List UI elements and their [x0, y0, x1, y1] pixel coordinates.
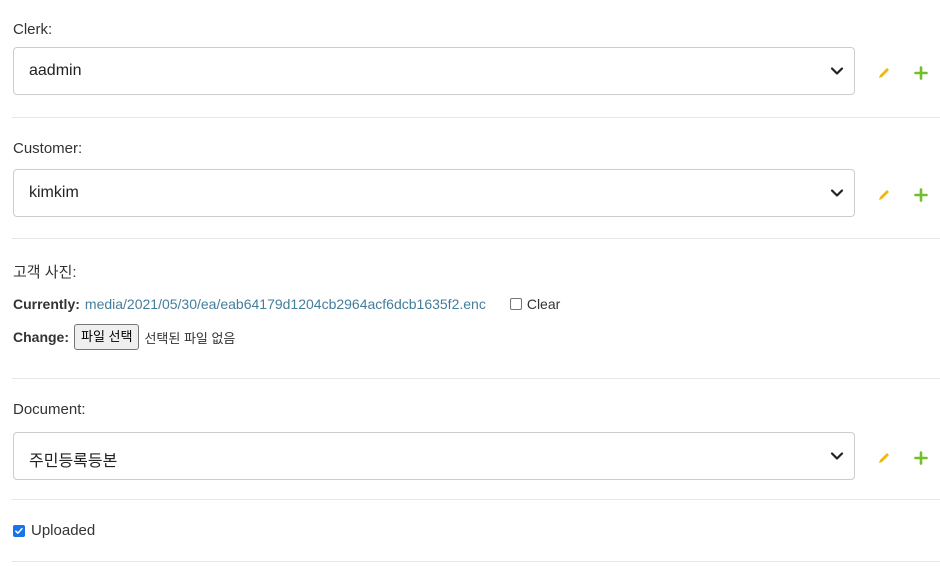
pencil-icon[interactable]	[877, 188, 891, 202]
currently-label: Currently:	[13, 296, 80, 312]
document-select[interactable]: 주민등록등본	[13, 432, 855, 480]
no-file-text: 선택된 파일 없음	[144, 330, 236, 346]
plus-icon[interactable]	[914, 66, 928, 80]
clerk-select-value: aadmin	[29, 62, 82, 79]
clerk-select[interactable]: aadmin	[13, 47, 855, 95]
chevron-down-icon	[830, 189, 844, 197]
document-label: Document:	[13, 401, 86, 418]
uploaded-checkbox[interactable]	[13, 524, 25, 537]
change-form: Clerk: aadmin Customer: kimkim 고객 사진: Cu…	[0, 0, 940, 566]
checkmark-icon	[15, 527, 23, 534]
pencil-icon[interactable]	[877, 66, 891, 80]
change-label: Change:	[13, 329, 69, 345]
clear-checkbox[interactable]	[509, 298, 522, 310]
current-file-link[interactable]: media/2021/05/30/ea/eab64179d1204cb2964a…	[85, 296, 486, 312]
customer-select[interactable]: kimkim	[13, 169, 855, 217]
divider	[12, 238, 940, 239]
customer-label: Customer:	[13, 140, 83, 157]
pencil-icon[interactable]	[877, 451, 891, 465]
divider	[12, 561, 940, 562]
change-file-row: Change: 파일 선택 선택된 파일 없음	[13, 324, 235, 350]
choose-file-button[interactable]: 파일 선택	[74, 324, 140, 350]
uploaded-row: Uploaded	[13, 522, 95, 539]
divider	[12, 117, 940, 118]
plus-icon[interactable]	[914, 451, 928, 465]
plus-icon[interactable]	[914, 188, 928, 202]
clerk-label: Clerk:	[13, 21, 53, 38]
clear-label: Clear	[526, 296, 561, 312]
divider	[12, 378, 940, 379]
chevron-down-icon	[830, 67, 844, 75]
chevron-down-icon	[830, 452, 844, 460]
customer-select-value: kimkim	[29, 184, 79, 201]
uploaded-label: Uploaded	[31, 522, 96, 539]
document-select-value: 주민등록등본	[29, 453, 118, 470]
current-file-row: Currently: media/2021/05/30/ea/eab64179d…	[13, 296, 560, 312]
divider	[12, 499, 940, 500]
photo-label: 고객 사진:	[13, 264, 77, 281]
